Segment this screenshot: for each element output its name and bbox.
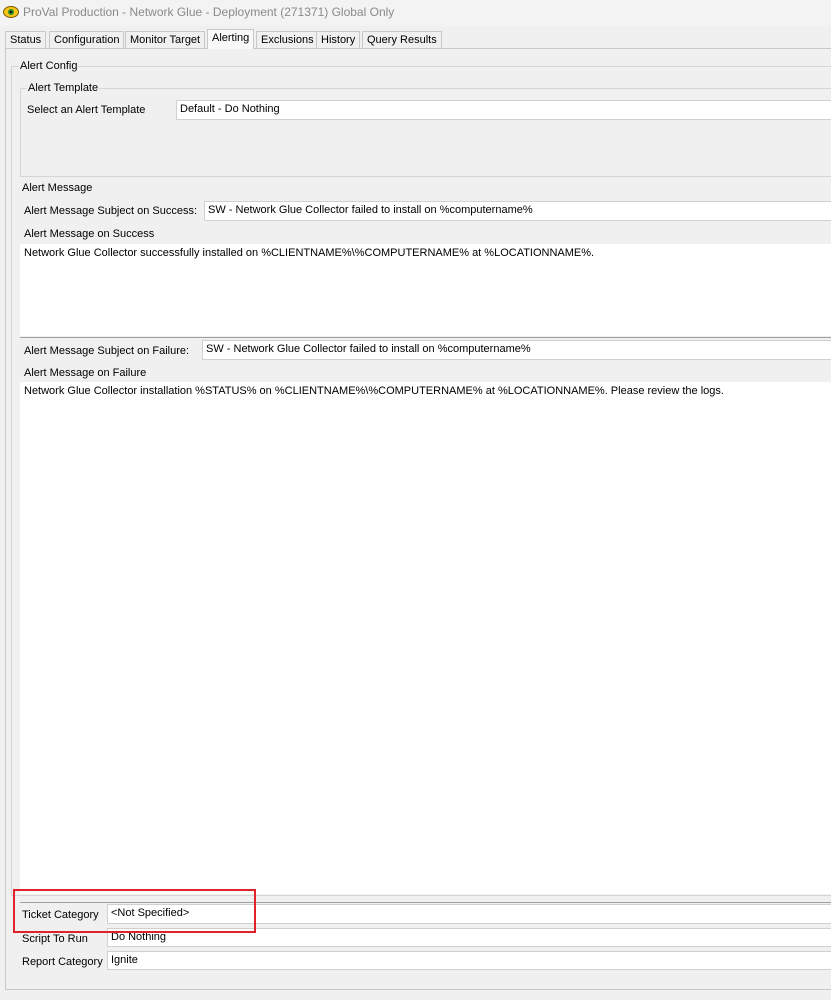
success-body-textarea[interactable]: Alert Message on Success Network Glue Co… <box>20 226 831 336</box>
tab-configuration[interactable]: Configuration <box>49 31 125 49</box>
tab-history[interactable]: History <box>316 31 361 49</box>
failure-subject-input[interactable]: SW - Network Glue Collector failed to in… <box>202 340 831 360</box>
alert-template-select[interactable]: Default - Do Nothing <box>176 100 831 120</box>
success-body-text: Network Glue Collector successfully inst… <box>24 247 595 259</box>
app-eye-icon <box>3 6 19 18</box>
failure-body-text: Network Glue Collector installation %STA… <box>24 385 724 397</box>
window-title: ProVal Production - Network Glue - Deplo… <box>23 5 395 19</box>
success-subject-input[interactable]: SW - Network Glue Collector failed to in… <box>204 201 831 221</box>
failure-body-textarea[interactable]: Alert Message on Failure Network Glue Co… <box>20 364 831 894</box>
divider <box>20 337 831 338</box>
alert-config-label: Alert Config <box>19 60 79 72</box>
report-category-label: Report Category <box>22 956 103 968</box>
tab-query-results[interactable]: Query Results <box>362 31 442 49</box>
failure-subject-label: Alert Message Subject on Failure: <box>24 345 190 357</box>
tab-alerting[interactable]: Alerting <box>207 29 255 49</box>
report-category-select[interactable]: Ignite <box>107 951 831 970</box>
alert-template-label: Alert Template <box>27 82 100 94</box>
failure-body-label: Alert Message on Failure <box>24 367 147 379</box>
tab-status[interactable]: Status <box>5 31 47 49</box>
success-subject-label: Alert Message Subject on Success: <box>24 205 198 217</box>
title-bar: ProVal Production - Network Glue - Deplo… <box>0 0 831 26</box>
tab-monitor-target[interactable]: Monitor Target <box>125 31 206 49</box>
select-template-label: Select an Alert Template <box>27 104 146 116</box>
ticket-category-highlight <box>13 889 256 933</box>
alert-message-label: Alert Message <box>22 182 93 194</box>
tab-exclusions[interactable]: Exclusions <box>256 31 319 49</box>
success-body-label: Alert Message on Success <box>24 228 155 240</box>
script-to-run-label: Script To Run <box>22 933 88 945</box>
